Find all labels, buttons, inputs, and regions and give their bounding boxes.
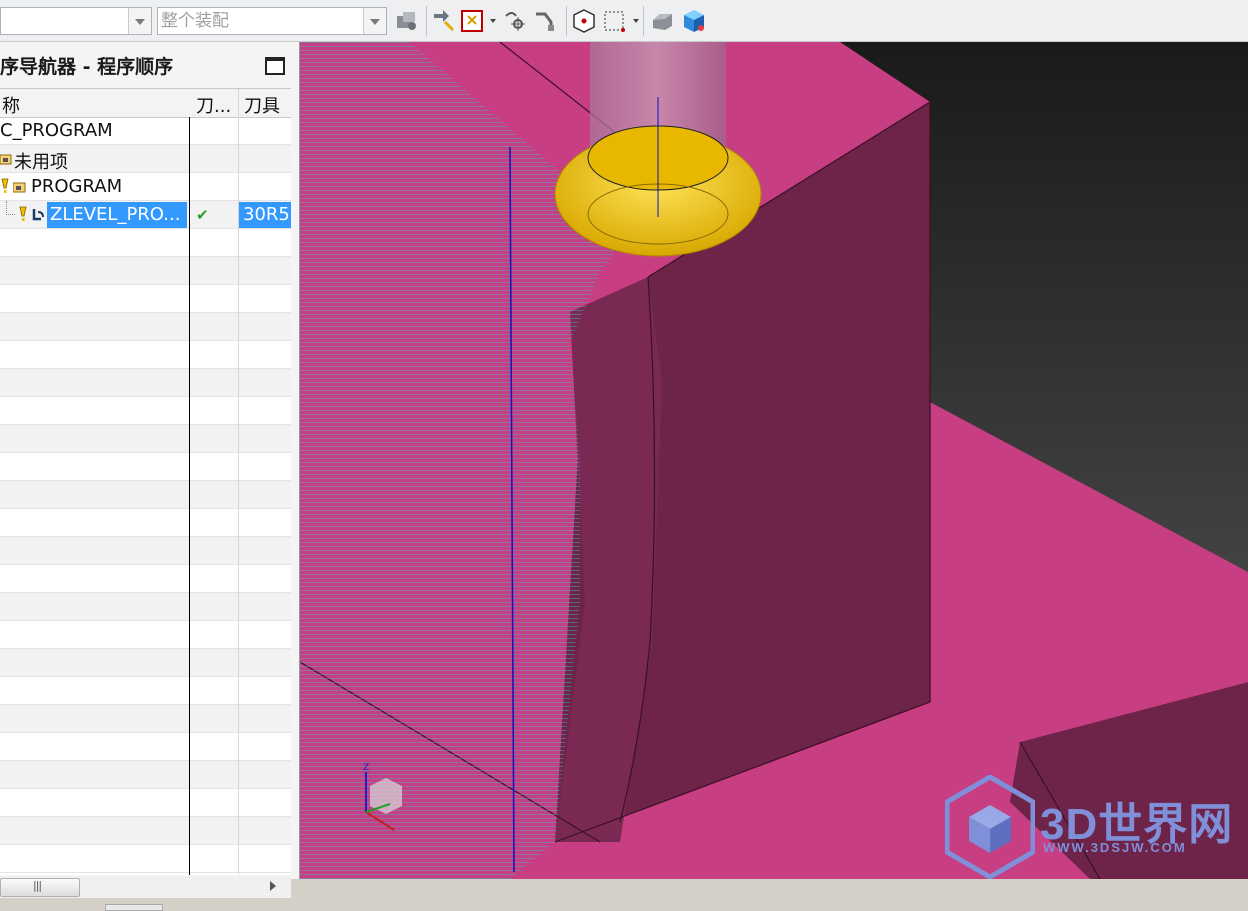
row-name: PROGRAM <box>31 176 123 197</box>
folder-icon <box>0 154 12 165</box>
empty-row <box>0 789 291 817</box>
hexagon-point-icon[interactable] <box>571 8 597 34</box>
operation-tree: 称 刀... 刀具 C_PROGRAM 未用项 PROGRAM ZLEVEL_P… <box>0 88 291 875</box>
empty-row <box>0 369 291 397</box>
empty-row <box>0 621 291 649</box>
column-header-tool[interactable]: 刀具 <box>244 92 280 118</box>
chevron-down-icon[interactable] <box>490 19 496 23</box>
cam-model-view: Z <box>300 42 1248 879</box>
tree-row-unused[interactable]: 未用项 <box>0 145 291 173</box>
empty-row <box>0 313 291 341</box>
tree-row-nc-program[interactable]: C_PROGRAM <box>0 117 291 145</box>
warning-icon <box>1 178 9 193</box>
column-divider[interactable] <box>238 89 239 875</box>
scroll-thumb[interactable] <box>0 878 80 897</box>
folder-icon <box>13 182 26 193</box>
solid-body-icon[interactable] <box>650 8 676 34</box>
empty-row <box>0 229 291 257</box>
empty-row <box>0 649 291 677</box>
site-logo-icon <box>945 775 1035 879</box>
column-header-name[interactable]: 称 <box>2 92 20 118</box>
empty-row <box>0 705 291 733</box>
empty-row <box>0 761 291 789</box>
tree-row-program[interactable]: PROGRAM <box>0 173 291 201</box>
navigator-title: 序导航器 - 程序顺序 <box>0 56 174 78</box>
svg-text:Z: Z <box>363 763 369 773</box>
row-name: C_PROGRAM <box>0 120 113 141</box>
assembly-scope-value: 整个装配 <box>161 11 229 31</box>
resize-grip[interactable] <box>105 904 163 911</box>
empty-row <box>0 817 291 845</box>
empty-row <box>0 509 291 537</box>
chevron-down-icon[interactable] <box>633 19 639 23</box>
snap-arrow-icon[interactable] <box>431 8 457 34</box>
empty-row <box>0 565 291 593</box>
warning-icon <box>19 206 27 221</box>
snap-point-icon[interactable] <box>502 8 528 34</box>
horizontal-scrollbar[interactable] <box>0 876 291 898</box>
row-tool: 30R5 <box>239 202 291 228</box>
empty-row <box>0 733 291 761</box>
column-header-path-status[interactable]: 刀... <box>196 92 231 118</box>
component-filter-icon[interactable] <box>394 8 420 34</box>
curve-icon[interactable] <box>533 8 559 34</box>
select-filter-icon[interactable] <box>460 8 486 34</box>
checkmark-icon: ✔ <box>196 206 209 224</box>
empty-row <box>0 453 291 481</box>
main-toolbar: 整个装配 <box>0 0 1248 42</box>
graphics-viewport[interactable]: Z <box>300 42 1248 879</box>
row-name: 未用项 <box>14 152 68 173</box>
empty-row <box>0 341 291 369</box>
rectangle-select-icon[interactable] <box>602 8 628 34</box>
chevron-down-icon[interactable] <box>363 8 386 34</box>
milling-operation-icon <box>32 209 44 221</box>
chevron-down-icon[interactable] <box>128 8 151 34</box>
tree-header: 称 刀... 刀具 <box>0 89 291 118</box>
empty-row <box>0 257 291 285</box>
empty-row <box>0 481 291 509</box>
filter-combo[interactable] <box>0 7 152 35</box>
empty-row <box>0 593 291 621</box>
scroll-right-arrow-icon[interactable] <box>270 881 276 891</box>
empty-row <box>0 397 291 425</box>
empty-row <box>0 425 291 453</box>
empty-row <box>0 677 291 705</box>
row-name: ZLEVEL_PRO... <box>47 202 187 228</box>
assembly-scope-combo[interactable]: 整个装配 <box>157 7 387 35</box>
tree-row-zlevel-profile[interactable]: ZLEVEL_PRO... ✔ 30R5 <box>0 201 291 229</box>
empty-row <box>0 537 291 565</box>
empty-row <box>0 845 291 873</box>
tree-connector <box>6 201 15 215</box>
column-divider[interactable] <box>189 117 190 875</box>
empty-row <box>0 285 291 313</box>
cube-view-icon[interactable] <box>681 8 707 34</box>
maximize-icon[interactable] <box>265 57 285 75</box>
operation-navigator: 序导航器 - 程序顺序 称 刀... 刀具 C_PROGRAM 未用项 PROG… <box>0 42 300 911</box>
watermark-url: WWW.3DSJW.COM <box>1043 840 1187 855</box>
